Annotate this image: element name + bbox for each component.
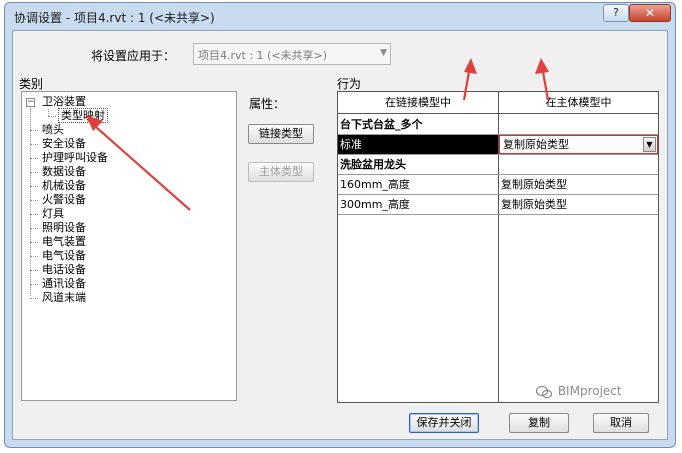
behavior-label: 行为 <box>337 77 362 91</box>
close-button[interactable]: ✕ <box>629 4 671 22</box>
table-row[interactable]: 台下式台盆_多个 <box>338 115 658 135</box>
apply-settings-label: 将设置应用于： <box>91 49 176 63</box>
category-label: 类别 <box>19 77 44 91</box>
tree-item[interactable]: 通讯设备 <box>40 277 88 291</box>
chevron-down-icon[interactable]: ▼ <box>643 137 656 152</box>
properties-label: 属性： <box>249 97 286 111</box>
tree-item[interactable]: 照明设备 <box>40 221 88 235</box>
tree-item-label: 电气设备 <box>42 249 86 262</box>
apply-settings-select: 项目4.rvt : 1 (<未共享>) ▼ <box>193 43 391 65</box>
column-header-linked: 在链接模型中 <box>338 92 498 114</box>
tree-item-label: 灯具 <box>42 207 64 220</box>
tree-line <box>30 172 38 173</box>
tree-item[interactable]: 安全设备 <box>40 137 88 151</box>
tree-item[interactable]: 风道末端 <box>40 291 88 305</box>
tree-item-label: 护理呼叫设备 <box>42 151 108 164</box>
window-title: 协调设置 - 项目4.rvt : 1 (<未共享>) <box>14 11 215 25</box>
watermark: BIMproject <box>535 384 622 399</box>
tree-item[interactable]: 火警设备 <box>40 193 88 207</box>
cancel-button[interactable]: 取消 <box>593 413 649 433</box>
tree-line <box>30 200 38 201</box>
chevron-down-icon: ▼ <box>380 48 387 58</box>
host-type-value: 复制原始类型 <box>503 138 569 151</box>
reset-button[interactable]: 复制 <box>509 413 569 433</box>
linked-cell: 台下式台盆_多个 <box>340 118 423 131</box>
apply-settings-value: 项目4.rvt : 1 (<未共享>) <box>198 49 328 62</box>
tree-line <box>30 130 38 131</box>
tree-item[interactable]: 电气装置 <box>40 235 88 249</box>
tree-line <box>30 108 31 296</box>
tree-item-label: 喷头 <box>42 123 64 136</box>
tree-line <box>30 242 38 243</box>
host-cell: 复制原始类型 <box>501 178 567 191</box>
table-row[interactable]: 标准 复制原始类型 ▼ <box>338 135 658 155</box>
tree-line <box>30 270 38 271</box>
tree-line <box>30 256 38 257</box>
tree-item-label: 数据设备 <box>42 165 86 178</box>
tree-item-label: 电气装置 <box>42 235 86 248</box>
wechat-icon <box>535 385 553 399</box>
tree-item-label: 机械设备 <box>42 179 86 192</box>
host-type-button[interactable]: 主体类型 <box>248 162 314 182</box>
tree-line <box>30 298 38 299</box>
link-type-button[interactable]: 链接类型 <box>248 124 314 144</box>
tree-line <box>48 116 56 117</box>
linked-cell: 洗脸盆用龙头 <box>340 158 406 171</box>
table-row[interactable]: 300mm_高度 复制原始类型 <box>338 195 658 215</box>
dialog-client: 将设置应用于： 项目4.rvt : 1 (<未共享>) ▼ 类别 − 卫浴装置 … <box>12 30 668 440</box>
tree-item-label: 电话设备 <box>42 263 86 276</box>
tree-line <box>30 284 38 285</box>
tree-item-label: 风道末端 <box>42 291 86 304</box>
tree-item[interactable]: 灯具 <box>40 207 66 221</box>
linked-cell: 160mm_高度 <box>340 178 410 191</box>
tree-item[interactable]: 护理呼叫设备 <box>40 151 110 165</box>
tree-line <box>30 214 38 215</box>
column-header-host: 在主体模型中 <box>499 92 658 114</box>
tree-item-label: 安全设备 <box>42 137 86 150</box>
tree-line <box>30 144 38 145</box>
table-row[interactable]: 160mm_高度 复制原始类型 <box>338 175 658 195</box>
tree-item-label: 通讯设备 <box>42 277 86 290</box>
category-tree[interactable]: − 卫浴装置 类型映射 喷头 安全设备 护理呼叫设备 数据设备 机械设备 火警设备 灯具 照明… <box>21 91 237 401</box>
collapse-icon[interactable]: − <box>26 98 35 107</box>
tree-item-type-mapping[interactable]: 类型映射 <box>58 108 108 123</box>
host-cell: 复制原始类型 <box>501 198 567 211</box>
tree-item-label: 卫浴装置 <box>42 95 86 108</box>
table-row[interactable]: 洗脸盆用龙头 <box>338 155 658 175</box>
tree-item[interactable]: 电话设备 <box>40 263 88 277</box>
help-button[interactable]: ? <box>603 4 629 22</box>
tree-item-label: 照明设备 <box>42 221 86 234</box>
linked-cell: 300mm_高度 <box>340 198 410 211</box>
behavior-grid: 在链接模型中 在主体模型中 台下式台盆_多个 标准 复制原始类型 ▼ 洗脸盆用龙… <box>337 91 659 403</box>
host-type-dropdown[interactable]: 复制原始类型 ▼ <box>499 135 658 154</box>
watermark-text: BIMproject <box>557 384 622 398</box>
linked-cell: 标准 <box>338 135 498 154</box>
tree-item[interactable]: 电气设备 <box>40 249 88 263</box>
tree-item[interactable]: 喷头 <box>40 123 66 137</box>
tree-item-plumbing[interactable]: − 卫浴装置 <box>22 95 88 109</box>
title-bar[interactable]: 协调设置 - 项目4.rvt : 1 (<未共享>) ? ✕ <box>5 3 675 31</box>
tree-line <box>30 228 38 229</box>
dialog-window: 协调设置 - 项目4.rvt : 1 (<未共享>) ? ✕ 将设置应用于： 项… <box>4 2 676 448</box>
tree-line <box>30 186 38 187</box>
tree-item-label: 类型映射 <box>58 108 108 123</box>
tree-line <box>30 158 38 159</box>
save-and-close-button[interactable]: 保存并关闭 <box>409 413 479 433</box>
tree-line <box>48 109 49 116</box>
tree-item[interactable]: 数据设备 <box>40 165 88 179</box>
tree-item-label: 火警设备 <box>42 193 86 206</box>
tree-item[interactable]: 机械设备 <box>40 179 88 193</box>
